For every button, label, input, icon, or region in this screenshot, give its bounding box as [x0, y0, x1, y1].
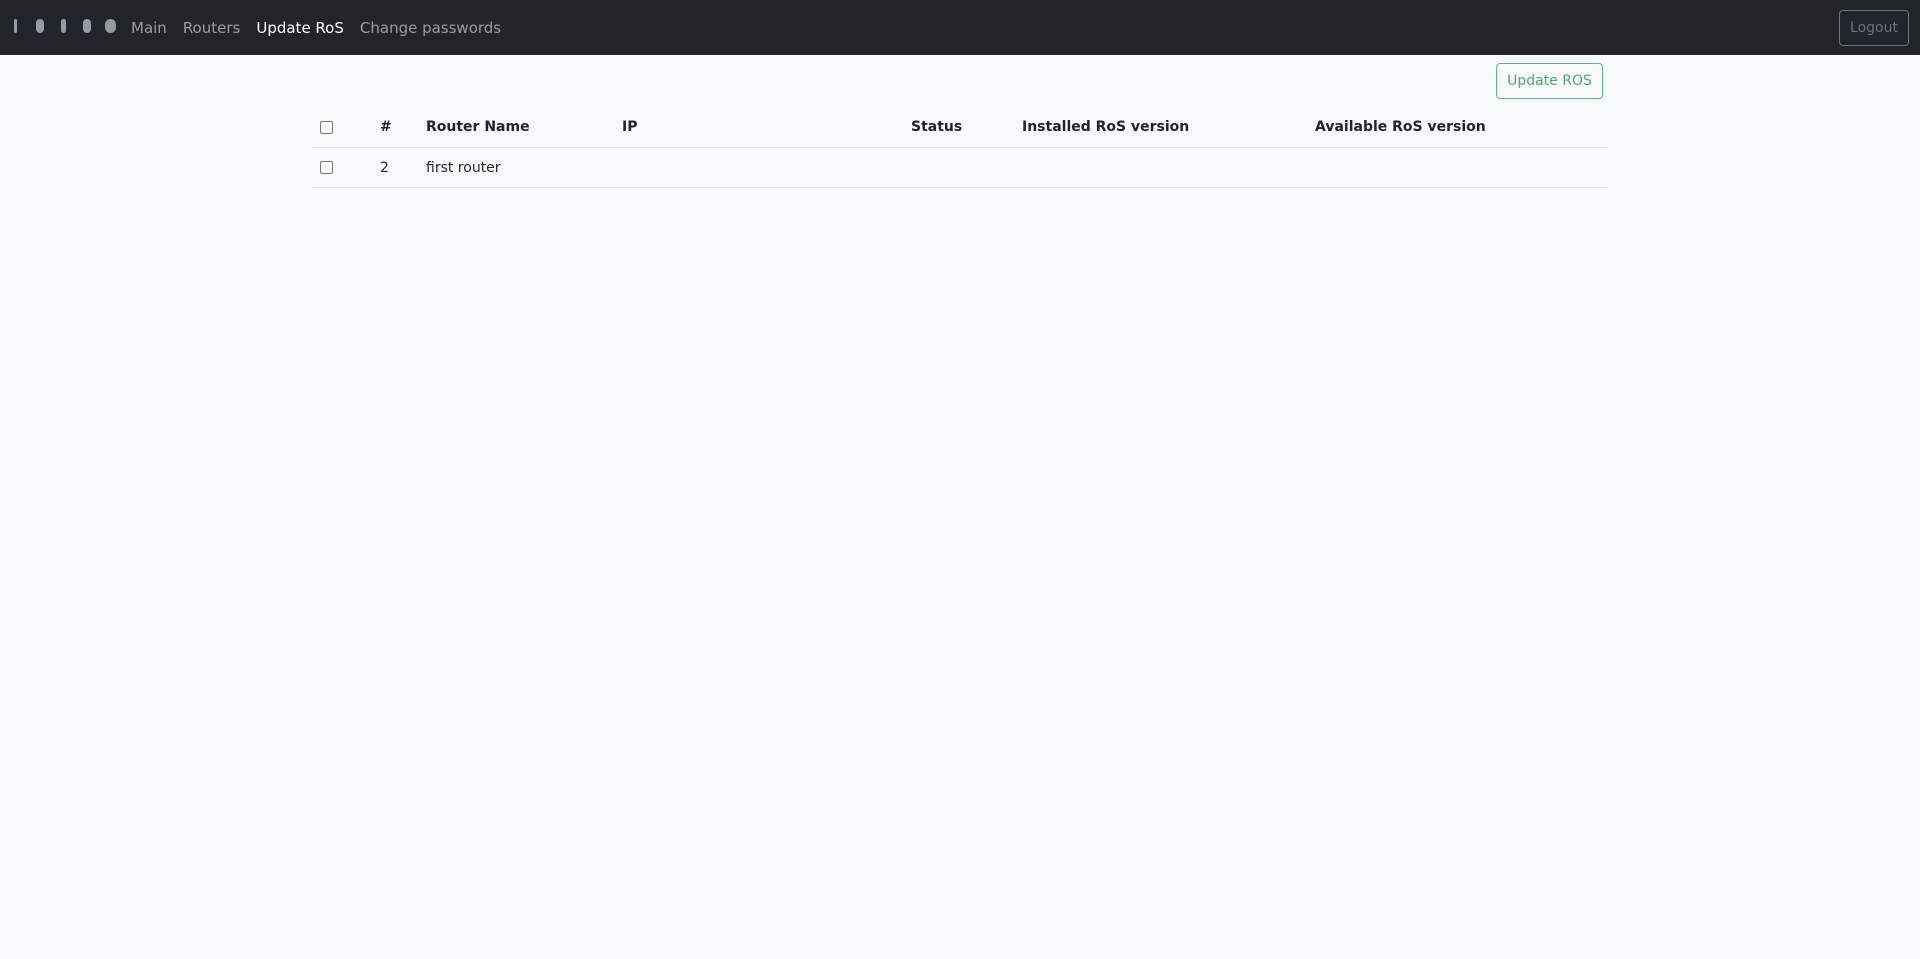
logout-button[interactable]: Logout — [1839, 10, 1909, 46]
header-ip: IP — [622, 107, 911, 148]
routers-table: # Router Name IP Status Installed RoS ve… — [312, 107, 1608, 188]
header-router-name: Router Name — [426, 107, 622, 148]
nav-link-routers[interactable]: Routers — [183, 19, 241, 37]
table-header-row: # Router Name IP Status Installed RoS ve… — [312, 107, 1608, 148]
nav-links: Main Routers Update RoS Change passwords — [131, 0, 517, 55]
header-available-version: Available RoS version — [1315, 107, 1608, 148]
nav-link-main[interactable]: Main — [131, 19, 167, 37]
select-all-checkbox[interactable] — [320, 120, 333, 134]
nav-link-update-ros[interactable]: Update RoS — [256, 19, 344, 37]
logo-icon[interactable] — [10, 19, 118, 35]
row-number: 2 — [380, 147, 426, 188]
row-router-name: first router — [426, 147, 622, 188]
row-select-cell — [312, 147, 380, 188]
row-status — [911, 147, 1022, 188]
header-number: # — [380, 107, 426, 148]
header-status: Status — [911, 107, 1022, 148]
row-installed-version — [1022, 147, 1315, 188]
nav-link-change-passwords[interactable]: Change passwords — [360, 19, 501, 37]
header-installed-version: Installed RoS version — [1022, 107, 1315, 148]
navbar: Main Routers Update RoS Change passwords… — [0, 0, 1920, 55]
select-all-cell — [312, 107, 380, 148]
row-ip — [622, 147, 911, 188]
table-row[interactable]: 2 first router — [312, 147, 1608, 188]
row-available-version — [1315, 147, 1608, 188]
update-ros-button[interactable]: Update ROS — [1496, 63, 1603, 99]
row-checkbox[interactable] — [320, 161, 333, 174]
